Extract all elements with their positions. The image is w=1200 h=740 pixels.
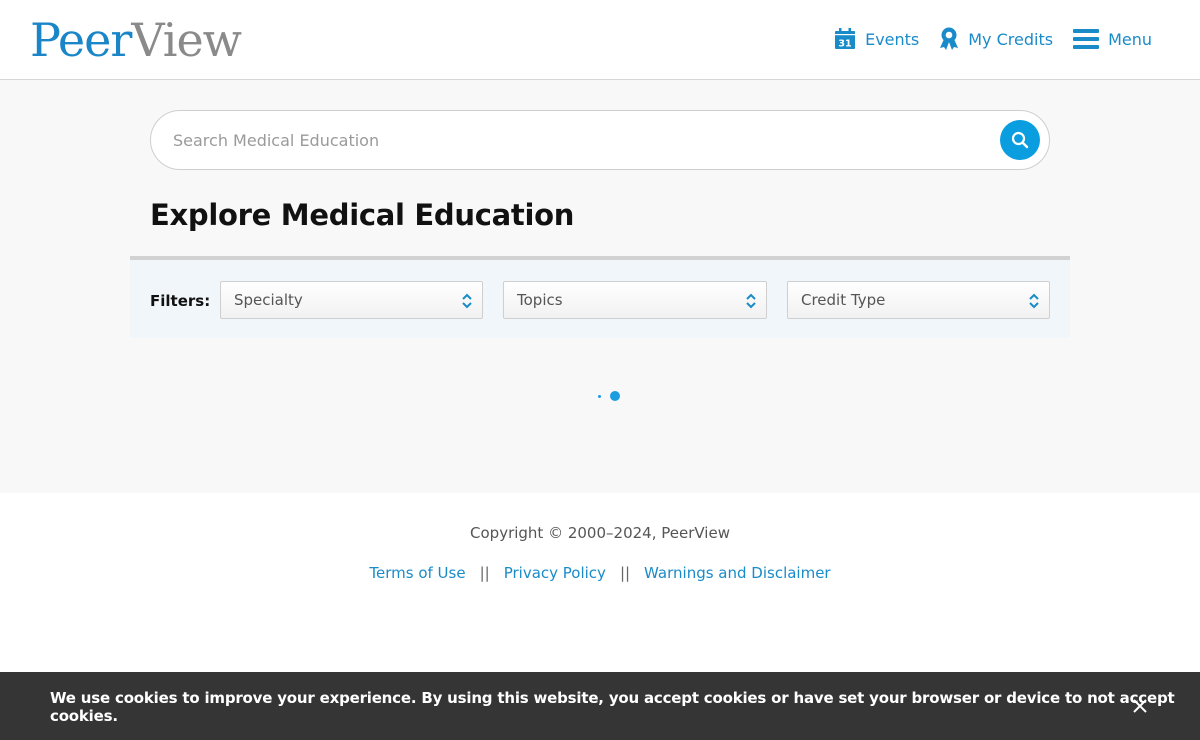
page-title: Explore Medical Education	[150, 198, 575, 232]
warnings-disclaimer-link[interactable]: Warnings and Disclaimer	[644, 564, 831, 582]
filters-bar: Filters: Specialty Topics Credit Type	[130, 256, 1070, 338]
site-header: PeerView 31 Events My Credits Menu	[0, 0, 1200, 80]
link-separator: ||	[619, 564, 631, 582]
site-footer: Copyright © 2000–2024, PeerView Terms of…	[0, 493, 1200, 672]
my-credits-label: My Credits	[968, 29, 1054, 49]
search-input[interactable]	[173, 111, 993, 169]
chevron-updown-icon	[1029, 293, 1039, 309]
specialty-select[interactable]: Specialty	[220, 281, 483, 319]
topics-select-value: Topics	[517, 291, 563, 309]
award-ribbon-icon	[940, 27, 959, 50]
calendar-icon: 31	[835, 28, 856, 50]
specialty-select-value: Specialty	[234, 291, 303, 309]
loading-dot	[598, 395, 601, 398]
my-credits-link[interactable]: My Credits	[939, 27, 1053, 51]
events-label: Events	[865, 29, 920, 49]
header-nav: 31 Events My Credits Menu	[834, 24, 1152, 54]
peerview-logo[interactable]: PeerView	[30, 12, 242, 68]
menu-button[interactable]: Menu	[1073, 28, 1152, 50]
filters-label: Filters:	[150, 292, 211, 310]
hamburger-menu-icon	[1073, 29, 1100, 49]
copyright-text: Copyright © 2000–2024, PeerView	[470, 524, 730, 542]
cookie-close-button[interactable]	[1130, 696, 1150, 716]
credit-type-select-value: Credit Type	[801, 291, 886, 309]
chevron-updown-icon	[746, 293, 756, 309]
topics-select[interactable]: Topics	[503, 281, 767, 319]
calendar-day-number: 31	[838, 39, 851, 50]
link-separator: ||	[479, 564, 490, 582]
main-content: Explore Medical Education Filters: Speci…	[0, 80, 1200, 493]
chevron-updown-icon	[462, 293, 472, 309]
loading-dot	[610, 391, 620, 401]
footer-links: Terms of Use || Privacy Policy || Warnin…	[0, 564, 1200, 582]
cookie-banner: We use cookies to improve your experienc…	[0, 672, 1200, 740]
credit-type-select[interactable]: Credit Type	[787, 281, 1050, 319]
close-icon	[1133, 699, 1147, 713]
cookie-message: We use cookies to improve your experienc…	[50, 689, 1175, 725]
search-bar	[150, 110, 1050, 170]
menu-label: Menu	[1108, 29, 1152, 49]
search-button[interactable]	[1000, 120, 1040, 160]
logo-part-peer: Peer	[30, 13, 132, 67]
search-icon	[1011, 131, 1029, 149]
logo-part-view: View	[131, 13, 242, 67]
terms-of-use-link[interactable]: Terms of Use	[369, 564, 465, 582]
events-link[interactable]: 31 Events	[834, 28, 919, 50]
privacy-policy-link[interactable]: Privacy Policy	[504, 564, 606, 582]
loading-indicator	[596, 390, 626, 402]
